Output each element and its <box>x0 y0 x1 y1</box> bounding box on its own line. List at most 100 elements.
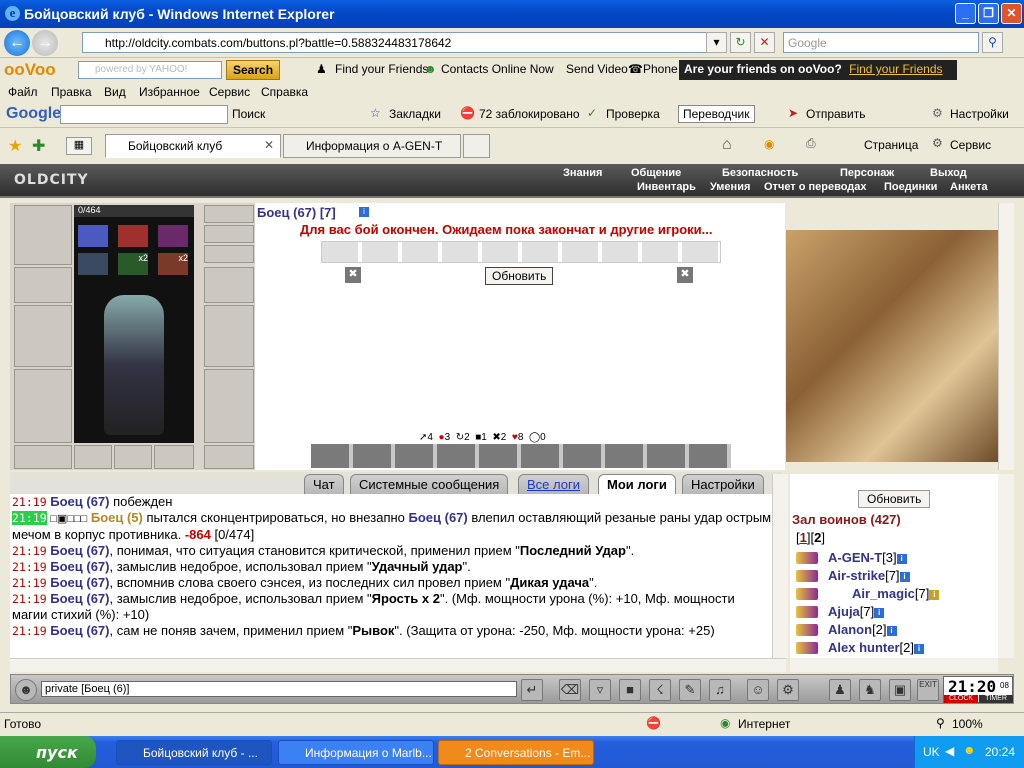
google-search-button[interactable]: Поиск <box>232 107 265 121</box>
tab-my-logs[interactable]: Мои логи <box>598 474 676 494</box>
warriors-refresh-button[interactable]: Обновить <box>858 490 931 508</box>
menu-profile[interactable]: Анкета <box>950 181 988 193</box>
send-button[interactable]: Отправить <box>806 107 866 121</box>
scroll-slot-2[interactable]: x2 <box>118 253 148 275</box>
oovoo-search-button[interactable]: Search <box>226 60 281 80</box>
warrior-entry[interactable]: Ajuja[7] i <box>828 604 885 619</box>
menu-skills[interactable]: Умения <box>710 181 750 193</box>
warrior-name[interactable]: Alanon <box>828 622 872 637</box>
log-fighter[interactable]: Боец (67) <box>50 543 109 558</box>
security-icon[interactable]: ⛔ <box>646 716 661 730</box>
shield-slot[interactable] <box>204 305 254 367</box>
menu-social[interactable]: Общение <box>631 167 681 179</box>
warrior-name[interactable]: Ajuja <box>828 604 860 619</box>
warriors-vertical-scrollbar[interactable] <box>998 474 1014 658</box>
empty-slot-3[interactable] <box>154 445 194 469</box>
back-button[interactable]: ← <box>4 30 30 56</box>
lock-icon[interactable]: ▣ <box>889 679 911 701</box>
warrior-name[interactable]: A-GEN-T <box>828 550 882 565</box>
log-fighter[interactable]: Боец (67) <box>50 623 109 638</box>
menu-view[interactable]: Вид <box>104 85 126 99</box>
info-icon[interactable]: i <box>359 207 369 217</box>
smiley-user-icon[interactable]: ☻ <box>15 679 37 701</box>
menu-transfers[interactable]: Отчет о переводах <box>764 181 867 193</box>
find-friends-link[interactable]: Find your Friends <box>335 62 428 76</box>
tab-all-logs[interactable]: Все логи <box>518 474 589 494</box>
close-button[interactable]: ✕ <box>1001 3 1022 24</box>
menu-character[interactable]: Персонаж <box>840 167 894 179</box>
tab-chat[interactable]: Чат <box>304 474 344 494</box>
save-icon[interactable]: ■ <box>619 679 641 701</box>
info-person-icon[interactable]: ♟ <box>829 679 851 701</box>
potion-slot-2[interactable] <box>118 225 148 247</box>
translate-button[interactable]: Переводчик <box>678 105 755 123</box>
chat-settings-icon[interactable]: ⚙ <box>777 679 799 701</box>
tools-menu[interactable]: Сервис <box>950 138 991 152</box>
pants-slot[interactable] <box>204 369 254 443</box>
start-button[interactable]: пуск <box>0 736 96 768</box>
menu-favorites[interactable]: Избранное <box>139 85 200 99</box>
boots-slot[interactable] <box>204 445 254 469</box>
oovoo-search-input[interactable]: powered by YAHOO! <box>78 61 222 79</box>
fighter-name[interactable]: Боец (67) [7] <box>257 205 336 220</box>
weapon-slot[interactable] <box>14 305 72 367</box>
chat-horizontal-scrollbar[interactable] <box>10 658 786 672</box>
info-icon[interactable]: i <box>896 553 907 564</box>
info-icon[interactable]: i <box>874 607 885 618</box>
warrior-name[interactable]: Air-strike <box>828 568 885 583</box>
group-icon[interactable]: ♞ <box>859 679 881 701</box>
menu-tools[interactable]: Сервис <box>209 85 250 99</box>
new-tab-button[interactable] <box>463 134 490 158</box>
contacts-link[interactable]: Contacts Online Now <box>441 62 554 76</box>
zoom-level[interactable]: 100% <box>952 717 983 731</box>
home-icon[interactable]: ⌂ <box>722 136 732 154</box>
filter-icon[interactable]: ▿ <box>589 679 611 701</box>
log-fighter[interactable]: Боец (67) <box>50 559 109 574</box>
tab-combats[interactable]: Бойцовский клуб ✕ <box>105 134 281 158</box>
armor-slot[interactable] <box>14 369 72 443</box>
attack-icon-right[interactable]: ✖ <box>677 267 693 283</box>
address-dropdown[interactable]: ▾ <box>706 32 727 53</box>
amulet-slot[interactable] <box>204 225 254 243</box>
menu-help[interactable]: Справка <box>261 85 308 99</box>
task-conversations[interactable]: 2 Conversations - Em... <box>438 740 594 765</box>
belt-slot[interactable] <box>14 445 72 469</box>
log-fighter[interactable]: Боец (67) <box>50 575 109 590</box>
page-menu[interactable]: Страница <box>864 138 918 152</box>
page-1-link[interactable]: 1 <box>800 530 807 545</box>
info-icon[interactable]: i <box>886 625 897 636</box>
scroll-slot-1[interactable] <box>78 253 108 275</box>
popup-blocked-count[interactable]: 72 заблокировано <box>479 107 580 121</box>
menu-inventory[interactable]: Инвентарь <box>637 181 696 193</box>
menu-fights[interactable]: Поединки <box>884 181 937 193</box>
menu-file[interactable]: Файл <box>8 85 38 99</box>
potion-slot-1[interactable] <box>78 225 108 247</box>
forward-button[interactable]: → <box>32 30 58 56</box>
scroll-slot-3[interactable]: x2 <box>158 253 188 275</box>
right-scrollbar[interactable] <box>998 203 1014 470</box>
search-icon[interactable]: ⚲ <box>982 32 1003 53</box>
attack-icon-left[interactable]: ✖ <box>345 267 361 283</box>
bracers-slot[interactable] <box>14 267 72 303</box>
oovoo-promo[interactable]: Are your friends on ooVoo? Find your Fri… <box>679 60 957 80</box>
minimize-button[interactable]: _ <box>955 3 976 24</box>
menu-exit[interactable]: Выход <box>930 167 967 179</box>
helmet-slot[interactable] <box>14 205 72 265</box>
quick-tabs-icon[interactable]: ▦ <box>66 137 92 155</box>
menu-edit[interactable]: Правка <box>51 85 92 99</box>
google-search-input[interactable] <box>60 105 228 124</box>
info-icon[interactable]: i <box>913 643 924 654</box>
log-fighter[interactable]: Боец (67) <box>50 591 109 606</box>
settings-button[interactable]: Настройки <box>950 107 1009 121</box>
warriors-horizontal-scrollbar[interactable] <box>790 658 998 672</box>
maximize-button[interactable]: ❐ <box>978 3 999 24</box>
task-info[interactable]: Информация о Marlb... <box>278 740 434 765</box>
rss-icon[interactable]: ◉ <box>764 137 774 151</box>
warrior-name[interactable]: Air_magic <box>852 586 915 601</box>
sound-icon[interactable]: ♫ <box>709 679 731 701</box>
empty-slot-1[interactable] <box>74 445 112 469</box>
chat-vertical-scrollbar[interactable] <box>772 474 788 658</box>
tray-messenger-icon[interactable]: ☻ <box>963 743 976 757</box>
tab-settings[interactable]: Настройки <box>682 474 764 494</box>
favorites-star-icon[interactable]: ★ <box>8 136 22 156</box>
